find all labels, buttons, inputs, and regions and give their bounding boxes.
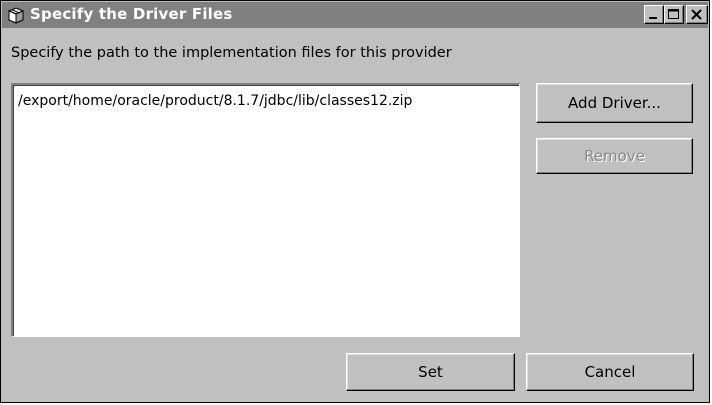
package-icon <box>6 6 26 24</box>
driver-files-dialog: Specify the Driver Files Specify the pat… <box>0 0 710 403</box>
driver-file-list[interactable]: /export/home/oracle/product/8.1.7/jdbc/l… <box>11 83 520 337</box>
remove-button[interactable]: Remove <box>536 138 693 174</box>
title-bar[interactable]: Specify the Driver Files <box>2 2 708 28</box>
list-item[interactable]: /export/home/oracle/product/8.1.7/jdbc/l… <box>18 93 412 109</box>
window-title: Specify the Driver Files <box>30 5 233 23</box>
add-driver-button[interactable]: Add Driver... <box>536 83 693 123</box>
close-button[interactable] <box>686 5 708 24</box>
minimize-button[interactable] <box>644 5 664 24</box>
cancel-button[interactable]: Cancel <box>526 353 694 391</box>
maximize-button[interactable] <box>664 5 684 24</box>
instruction-text: Specify the path to the implementation f… <box>11 45 452 61</box>
set-button[interactable]: Set <box>346 353 515 391</box>
